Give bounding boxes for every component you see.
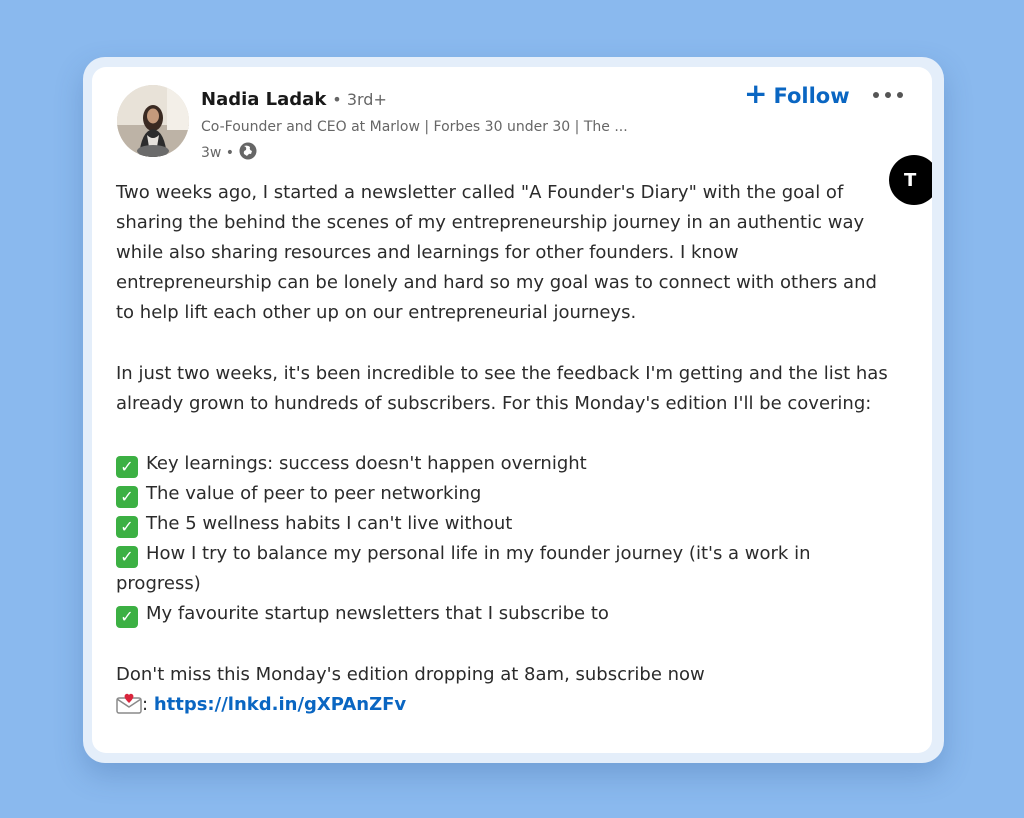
- post-paragraph-1: Two weeks ago, I started a newsletter ca…: [116, 182, 877, 324]
- link-prefix: :: [142, 693, 149, 715]
- more-options-button[interactable]: [870, 85, 906, 109]
- post-paragraph-2: In just two weeks, it's been incredible …: [116, 362, 888, 414]
- follow-button[interactable]: + Follow: [744, 77, 850, 110]
- checklist-text: My favourite startup newsletters that I …: [146, 603, 609, 625]
- checklist-item: ✓ My favourite startup newsletters that I…: [116, 599, 896, 629]
- more-icon: [873, 92, 903, 98]
- globe-icon: [238, 141, 258, 165]
- checklist-text: The 5 wellness habits I can't live witho…: [146, 513, 513, 535]
- plus-icon: +: [744, 77, 768, 110]
- author-headline: Co-Founder and CEO at Marlow | Forbes 30…: [201, 119, 628, 135]
- post-card: Nadia Ladak • 3rd+ Co-Founder and CEO at …: [92, 67, 932, 753]
- check-icon: ✓: [116, 485, 138, 508]
- checklist-text: How I try to balance my personal life in…: [116, 543, 811, 595]
- check-icon: ✓: [116, 516, 138, 539]
- checklist-item: ✓ The 5 wellness habits I can't live with…: [116, 509, 896, 539]
- post-meta: 3w •: [201, 141, 258, 165]
- checklist-text: Key learnings: success doesn't happen ov…: [146, 452, 587, 474]
- avatar[interactable]: [117, 85, 189, 157]
- post-cta: Don't miss this Monday's edition droppin…: [116, 663, 705, 685]
- post-time: 3w •: [201, 145, 235, 161]
- envelope-heart-icon: [116, 692, 142, 724]
- checklist-text: The value of peer to peer networking: [146, 482, 482, 504]
- checklist-item: ✓ Key learnings: success doesn't happen o…: [116, 449, 896, 479]
- checklist-item: ✓ How I try to balance my personal life i…: [116, 539, 896, 599]
- avatar-photo: [117, 85, 189, 157]
- check-icon: ✓: [116, 455, 138, 478]
- connection-degree: • 3rd+: [332, 90, 387, 109]
- author-name[interactable]: Nadia Ladak: [201, 89, 326, 110]
- check-icon: ✓: [116, 606, 138, 629]
- post-body: Two weeks ago, I started a newsletter ca…: [116, 178, 896, 724]
- checklist-item: ✓ The value of peer to peer networking: [116, 479, 896, 509]
- link-line: : https://lnkd.in/gXPAnZFv: [116, 690, 896, 724]
- check-icon: ✓: [116, 546, 138, 569]
- follow-label: Follow: [773, 83, 850, 108]
- author-line: Nadia Ladak • 3rd+: [201, 89, 387, 110]
- newsletter-link[interactable]: https://lnkd.in/gXPAnZFv: [154, 694, 406, 715]
